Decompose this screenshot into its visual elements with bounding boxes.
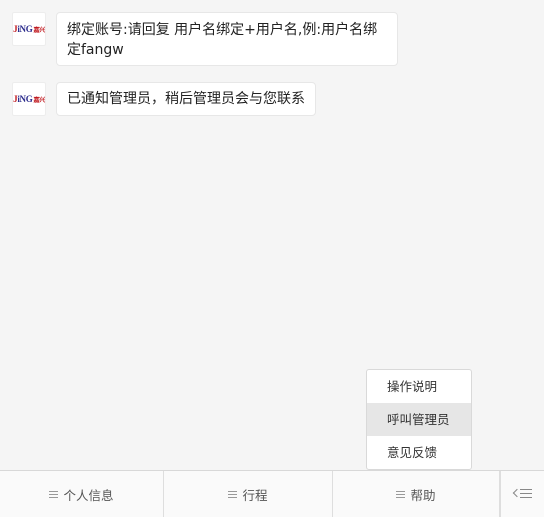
- help-submenu: 操作说明 呼叫管理员 意见反馈: [366, 369, 472, 470]
- keyboard-switch-icon: [512, 488, 532, 500]
- message-bubble: 绑定账号:请回复 用户名绑定+用户名,例:用户名绑定fangw: [56, 12, 398, 66]
- menu-lines-icon: [228, 490, 238, 498]
- brand-logo: JiNG 嘉兴: [13, 94, 45, 104]
- menu-item-label: 个人信息: [63, 487, 114, 503]
- message-bubble: 已通知管理员，稍后管理员会与您联系: [56, 82, 316, 116]
- bottom-menu-bar: 个人信息 行程 帮助: [0, 470, 544, 517]
- submenu-item-instructions[interactable]: 操作说明: [367, 370, 471, 403]
- menu-lines-icon: [49, 490, 59, 498]
- menu-item-itinerary[interactable]: 行程: [164, 471, 333, 517]
- menu-item-label: 帮助: [410, 487, 436, 503]
- menu-lines-icon: [396, 490, 406, 498]
- keyboard-switch-button[interactable]: [500, 471, 544, 517]
- message-row: JiNG 嘉兴 已通知管理员，稍后管理员会与您联系: [12, 82, 316, 116]
- brand-logo: JiNG 嘉兴: [13, 24, 45, 34]
- menu-item-help[interactable]: 帮助: [333, 471, 500, 517]
- menu-item-personal-info[interactable]: 个人信息: [0, 471, 164, 517]
- submenu-item-feedback[interactable]: 意见反馈: [367, 436, 471, 469]
- avatar[interactable]: JiNG 嘉兴: [12, 82, 46, 116]
- message-row: JiNG 嘉兴 绑定账号:请回复 用户名绑定+用户名,例:用户名绑定fangw: [12, 12, 398, 66]
- avatar[interactable]: JiNG 嘉兴: [12, 12, 46, 46]
- submenu-item-call-admin[interactable]: 呼叫管理员: [367, 403, 471, 436]
- menu-item-label: 行程: [242, 487, 268, 503]
